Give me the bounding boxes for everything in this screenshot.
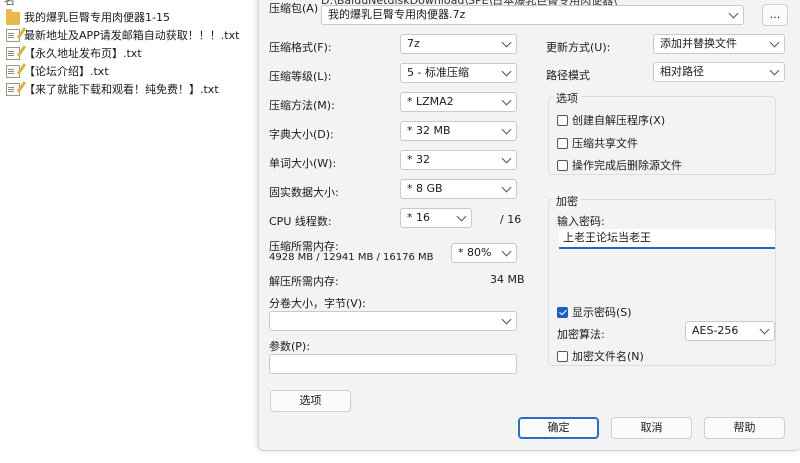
update-value: 添加并替换文件: [660, 37, 737, 50]
mem-comp-value: 4928 MB / 12941 MB / 16176 MB: [269, 252, 434, 263]
archive-label: 压缩包(A): [269, 2, 319, 15]
volume-combo[interactable]: [269, 311, 517, 331]
folder-icon: [6, 8, 20, 25]
mem-decomp-value: 34 MB: [490, 273, 525, 286]
file-list: 名 我的爆乳巨臀专用肉便器1-15 最新地址及APP请发邮箱自动获取！！！.tx…: [0, 0, 258, 463]
checkbox-icon: [557, 114, 568, 126]
path-label: 路径模式: [546, 69, 590, 82]
enc-method-select[interactable]: AES-256: [685, 321, 775, 341]
word-select[interactable]: * 32: [400, 150, 517, 170]
text-file-icon: [6, 64, 20, 78]
params-label: 参数(P):: [269, 340, 310, 353]
password-label: 输入密码:: [557, 215, 605, 228]
dict-label: 字典大小(D):: [269, 128, 334, 141]
chevron-down-icon: [501, 314, 512, 325]
sfx-checkbox[interactable]: 创建自解压程序(X): [557, 112, 665, 128]
list-item[interactable]: 【永久地址发布页】.txt: [6, 45, 142, 61]
show-password-label: 显示密码(S): [572, 306, 632, 319]
cpu-value: * 16: [407, 211, 430, 224]
password-value: 上老王论坛当老王: [563, 231, 651, 244]
show-password-checkbox[interactable]: 显示密码(S): [557, 304, 632, 320]
checkbox-icon: [557, 137, 568, 149]
text-file-icon: [6, 82, 20, 96]
update-label: 更新方式(U):: [546, 41, 611, 54]
encryption-group-title: 加密: [553, 193, 581, 209]
solid-value: * 8 GB: [407, 182, 443, 195]
column-header: 名: [4, 0, 15, 7]
file-name: 【来了就能下载和观看！纯免费！】.txt: [24, 83, 219, 96]
add-to-archive-dialog: 压缩包(A) D:\BaiduNetdiskDownload\SPE\日本爆乳巨…: [258, 0, 800, 451]
solid-label: 固实数据大小:: [269, 186, 339, 199]
chevron-down-icon: [728, 8, 739, 19]
archive-name-combo[interactable]: 我的爆乳巨臀专用肉便器.7z: [321, 5, 744, 25]
sfx-label: 创建自解压程序(X): [572, 114, 666, 127]
solid-select[interactable]: * 8 GB: [400, 179, 517, 199]
chevron-down-icon: [501, 95, 512, 106]
list-item[interactable]: 【来了就能下载和观看！纯免费！】.txt: [6, 81, 219, 97]
file-name: 最新地址及APP请发邮箱自动获取！！！.txt: [24, 29, 240, 42]
shared-label: 压缩共享文件: [572, 137, 638, 150]
update-select[interactable]: 添加并替换文件: [653, 34, 785, 54]
chevron-down-icon: [501, 153, 512, 164]
options-group-title: 选项: [553, 90, 581, 106]
format-value: 7z: [407, 37, 420, 50]
cpu-label: CPU 线程数:: [269, 215, 332, 228]
shared-checkbox[interactable]: 压缩共享文件: [557, 135, 638, 151]
password-input[interactable]: 上老王论坛当老王: [559, 229, 775, 249]
word-value: * 32: [407, 153, 430, 166]
delete-label: 操作完成后删除源文件: [572, 159, 682, 172]
archive-name-value: 我的爆乳巨臀专用肉便器.7z: [328, 8, 466, 21]
encrypt-names-label: 加密文件名(N): [572, 350, 644, 363]
format-select[interactable]: 7z: [400, 34, 517, 54]
file-name: 【论坛介绍】.txt: [24, 65, 109, 78]
chevron-down-icon: [501, 66, 512, 77]
mem-percent-value: * 80%: [458, 246, 492, 259]
format-label: 压缩格式(F):: [269, 41, 332, 54]
chevron-down-icon: [501, 37, 512, 48]
list-item[interactable]: 我的爆乳巨臀专用肉便器1-15: [6, 8, 170, 25]
text-file-icon: [6, 28, 20, 42]
dict-select[interactable]: * 32 MB: [400, 121, 517, 141]
browse-button[interactable]: ...: [762, 4, 788, 26]
help-button[interactable]: 帮助: [704, 417, 785, 439]
path-select[interactable]: 相对路径: [653, 62, 785, 82]
delete-checkbox[interactable]: 操作完成后删除源文件: [557, 157, 682, 173]
checkbox-icon: [557, 350, 568, 362]
chevron-down-icon: [769, 65, 780, 76]
level-label: 压缩等级(L):: [269, 70, 332, 83]
enc-method-label: 加密算法:: [557, 328, 605, 341]
list-item[interactable]: 最新地址及APP请发邮箱自动获取！！！.txt: [6, 27, 239, 43]
file-name: 【永久地址发布页】.txt: [24, 47, 142, 60]
chevron-down-icon: [769, 37, 780, 48]
chevron-down-icon: [759, 324, 770, 335]
text-file-icon: [6, 46, 20, 60]
method-value: * LZMA2: [407, 95, 454, 108]
mem-decomp-label: 解压所需内存:: [269, 275, 339, 288]
chevron-down-icon: [501, 182, 512, 193]
path-value: 相对路径: [660, 65, 704, 78]
enc-method-value: AES-256: [692, 324, 739, 337]
mem-percent-select[interactable]: * 80%: [451, 243, 517, 263]
checkbox-checked-icon: [557, 306, 568, 318]
chevron-down-icon: [501, 124, 512, 135]
checkbox-icon: [557, 159, 568, 171]
list-item[interactable]: 【论坛介绍】.txt: [6, 63, 109, 79]
chevron-down-icon: [456, 211, 467, 222]
options-button[interactable]: 选项: [270, 390, 351, 412]
params-input[interactable]: [269, 354, 517, 374]
method-label: 压缩方法(M):: [269, 99, 335, 112]
cpu-total: / 16: [500, 213, 522, 226]
volume-label: 分卷大小，字节(V):: [269, 297, 366, 310]
chevron-down-icon: [501, 246, 512, 257]
dict-value: * 32 MB: [407, 124, 451, 137]
ok-button[interactable]: 确定: [518, 417, 599, 439]
level-select[interactable]: 5 - 标准压缩: [400, 63, 517, 83]
word-label: 单词大小(W):: [269, 157, 337, 170]
cancel-button[interactable]: 取消: [611, 417, 692, 439]
method-select[interactable]: * LZMA2: [400, 92, 517, 112]
level-value: 5 - 标准压缩: [407, 66, 469, 79]
encrypt-names-checkbox[interactable]: 加密文件名(N): [557, 348, 644, 364]
cpu-select[interactable]: * 16: [400, 208, 472, 228]
file-name: 我的爆乳巨臀专用肉便器1-15: [24, 11, 170, 24]
